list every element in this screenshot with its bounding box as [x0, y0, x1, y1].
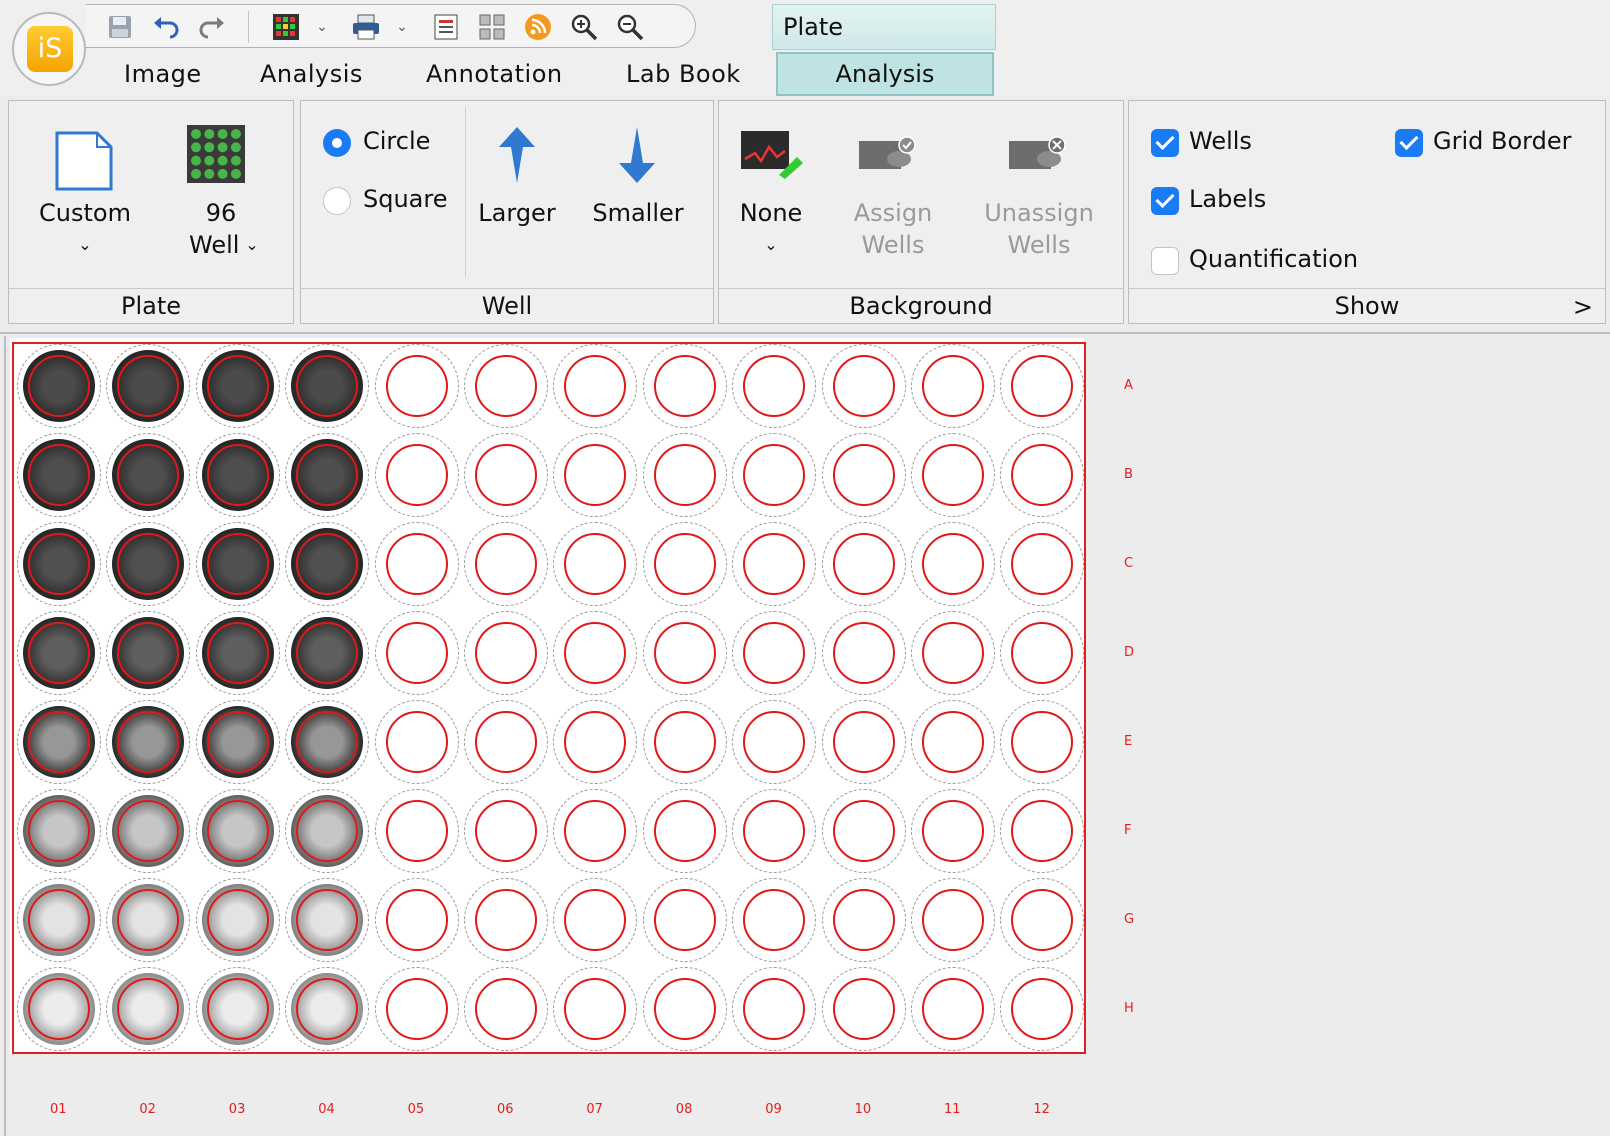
grid-border-label[interactable]: Grid Border — [1433, 127, 1571, 155]
grid-border-checkbox[interactable] — [1395, 129, 1423, 157]
arrow-up-icon[interactable] — [497, 125, 537, 189]
group-label-background: Background — [719, 288, 1123, 323]
assign-wells-icon — [859, 135, 917, 179]
circle-radio[interactable] — [323, 129, 351, 157]
undo-icon[interactable] — [152, 13, 180, 41]
assign-wells-label-2: Wells — [861, 231, 925, 259]
wells-checkbox[interactable] — [1151, 129, 1179, 157]
background-none-button[interactable]: None — [729, 197, 813, 229]
group-label-well: Well — [301, 288, 713, 323]
quick-access-toolbar: ⌄ ⌄ — [86, 4, 696, 48]
ribbon-group-plate: Custom ⌄ 96 Well ⌄ Plate — [8, 100, 294, 324]
tab-lab-book[interactable]: Lab Book — [626, 60, 741, 88]
tab-annotation[interactable]: Annotation — [426, 60, 563, 88]
context-group-title: Plate — [783, 13, 844, 41]
app-logo-icon[interactable]: iS — [27, 26, 73, 72]
grid-border — [12, 342, 1086, 1054]
group-label-plate: Plate — [9, 288, 293, 323]
custom-plate-button[interactable]: Custom — [19, 197, 151, 229]
ribbon-group-show: Wells Grid Border Labels Quantification … — [1128, 100, 1606, 324]
assign-wells-label-1: Assign — [853, 199, 933, 227]
chevron-down-icon[interactable]: ⌄ — [388, 13, 416, 41]
96-well-plate-icon[interactable] — [187, 125, 245, 183]
square-label[interactable]: Square — [363, 185, 448, 213]
wells-label[interactable]: Wells — [1189, 127, 1252, 155]
chevron-down-icon[interactable]: ⌄ — [729, 229, 813, 261]
toolbar-separator — [248, 11, 249, 43]
print-icon[interactable] — [352, 13, 380, 41]
labels-label[interactable]: Labels — [1189, 185, 1266, 213]
tab-plate-analysis[interactable]: Analysis — [776, 52, 994, 96]
redo-icon[interactable] — [198, 13, 226, 41]
ribbon-group-well: Circle Square Larger Smaller Well — [300, 100, 714, 324]
group-separator — [465, 107, 466, 277]
zoom-in-icon[interactable] — [570, 13, 598, 41]
96-well-button[interactable]: Well — [189, 229, 239, 261]
96-well-number[interactable]: 96 — [169, 197, 273, 229]
tab-image[interactable]: Image — [124, 60, 202, 88]
unassign-wells-label-1: Unassign — [984, 199, 1094, 227]
ribbon-group-background: None ⌄ Assign Wells Unassign Wells Backg… — [718, 100, 1124, 324]
chevron-down-icon[interactable]: ⌄ — [19, 229, 151, 261]
tab-analysis[interactable]: Analysis — [260, 60, 363, 88]
ribbon: Custom ⌄ 96 Well ⌄ Plate Circle Square L… — [0, 96, 1610, 328]
quantification-label[interactable]: Quantification — [1189, 245, 1358, 273]
larger-button[interactable]: Larger — [469, 197, 565, 229]
rss-icon[interactable] — [524, 13, 552, 41]
report-icon[interactable] — [432, 13, 460, 41]
unassign-wells-label-2: Wells — [1007, 231, 1071, 259]
quantification-checkbox[interactable] — [1151, 247, 1179, 275]
layout-icon[interactable] — [478, 13, 506, 41]
expand-show-icon[interactable]: > — [1573, 293, 1593, 321]
square-radio[interactable] — [323, 187, 351, 215]
background-chart-icon[interactable] — [741, 131, 805, 183]
chevron-down-icon[interactable]: ⌄ — [308, 13, 336, 41]
circle-label[interactable]: Circle — [363, 127, 430, 155]
viewer-divider — [4, 336, 6, 1136]
custom-plate-icon[interactable] — [49, 125, 121, 197]
chevron-down-icon[interactable]: ⌄ — [237, 229, 267, 261]
labels-checkbox[interactable] — [1151, 187, 1179, 215]
color-grid-icon[interactable] — [272, 13, 300, 41]
zoom-out-icon[interactable] — [616, 13, 644, 41]
group-label-show: Show — [1129, 288, 1605, 323]
arrow-down-icon[interactable] — [617, 125, 657, 189]
unassign-wells-icon — [1009, 135, 1067, 179]
smaller-button[interactable]: Smaller — [585, 197, 691, 229]
context-group-label: Plate — [772, 4, 996, 50]
save-icon[interactable] — [106, 13, 134, 41]
